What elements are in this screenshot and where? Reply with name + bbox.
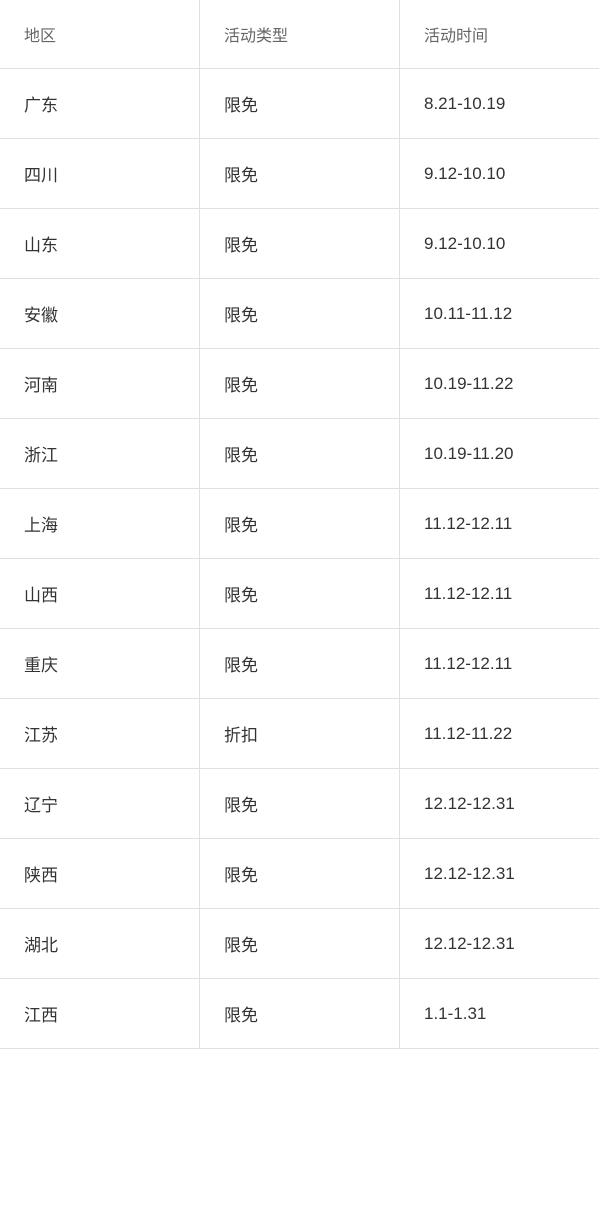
table-row: 山西限免11.12-12.11 xyxy=(0,559,599,629)
cell-type: 限免 xyxy=(200,559,400,628)
cell-time: 10.19-11.20 xyxy=(400,422,599,486)
cell-type: 限免 xyxy=(200,139,400,208)
cell-region: 重庆 xyxy=(0,629,200,698)
cell-type: 限免 xyxy=(200,69,400,138)
table-row: 广东限免8.21-10.19 xyxy=(0,69,599,139)
cell-type: 限免 xyxy=(200,349,400,418)
cell-time: 10.19-11.22 xyxy=(400,352,599,416)
cell-type: 限免 xyxy=(200,489,400,558)
table-row: 河南限免10.19-11.22 xyxy=(0,349,599,419)
cell-region: 江苏 xyxy=(0,699,200,768)
table-row: 上海限免11.12-12.11 xyxy=(0,489,599,559)
cell-type: 限免 xyxy=(200,769,400,838)
table-row: 陕西限免12.12-12.31 xyxy=(0,839,599,909)
cell-region: 江西 xyxy=(0,979,200,1048)
cell-time: 9.12-10.10 xyxy=(400,142,599,206)
header-region: 地区 xyxy=(0,0,200,68)
cell-type: 限免 xyxy=(200,209,400,278)
cell-type: 限免 xyxy=(200,419,400,488)
table-row: 安徽限免10.11-11.12 xyxy=(0,279,599,349)
cell-region: 陕西 xyxy=(0,839,200,908)
cell-type: 限免 xyxy=(200,909,400,978)
activity-table: 地区 活动类型 活动时间 广东限免8.21-10.19四川限免9.12-10.1… xyxy=(0,0,599,1049)
cell-time: 11.12-11.22 xyxy=(400,702,599,766)
cell-region: 湖北 xyxy=(0,909,200,978)
cell-type: 限免 xyxy=(200,629,400,698)
cell-region: 河南 xyxy=(0,349,200,418)
table-row: 四川限免9.12-10.10 xyxy=(0,139,599,209)
cell-region: 山东 xyxy=(0,209,200,278)
cell-time: 10.11-11.12 xyxy=(400,282,599,346)
cell-time: 12.12-12.31 xyxy=(400,772,599,836)
cell-time: 11.12-12.11 xyxy=(400,492,599,556)
table-row: 江苏折扣11.12-11.22 xyxy=(0,699,599,769)
header-time: 活动时间 xyxy=(400,0,599,68)
cell-time: 11.12-12.11 xyxy=(400,632,599,696)
table-row: 江西限免1.1-1.31 xyxy=(0,979,599,1049)
header-type: 活动类型 xyxy=(200,0,400,68)
table-row: 湖北限免12.12-12.31 xyxy=(0,909,599,979)
cell-time: 12.12-12.31 xyxy=(400,912,599,976)
table-row: 重庆限免11.12-12.11 xyxy=(0,629,599,699)
cell-time: 12.12-12.31 xyxy=(400,842,599,906)
cell-region: 辽宁 xyxy=(0,769,200,838)
cell-region: 浙江 xyxy=(0,419,200,488)
table-row: 辽宁限免12.12-12.31 xyxy=(0,769,599,839)
cell-region: 四川 xyxy=(0,139,200,208)
cell-time: 8.21-10.19 xyxy=(400,72,599,136)
cell-region: 山西 xyxy=(0,559,200,628)
table-header: 地区 活动类型 活动时间 xyxy=(0,0,599,69)
cell-region: 广东 xyxy=(0,69,200,138)
cell-region: 安徽 xyxy=(0,279,200,348)
cell-time: 1.1-1.31 xyxy=(400,982,599,1046)
cell-time: 11.12-12.11 xyxy=(400,562,599,626)
cell-region: 上海 xyxy=(0,489,200,558)
table-row: 山东限免9.12-10.10 xyxy=(0,209,599,279)
cell-type: 限免 xyxy=(200,839,400,908)
cell-type: 限免 xyxy=(200,979,400,1048)
table-row: 浙江限免10.19-11.20 xyxy=(0,419,599,489)
cell-type: 折扣 xyxy=(200,699,400,768)
cell-time: 9.12-10.10 xyxy=(400,212,599,276)
cell-type: 限免 xyxy=(200,279,400,348)
